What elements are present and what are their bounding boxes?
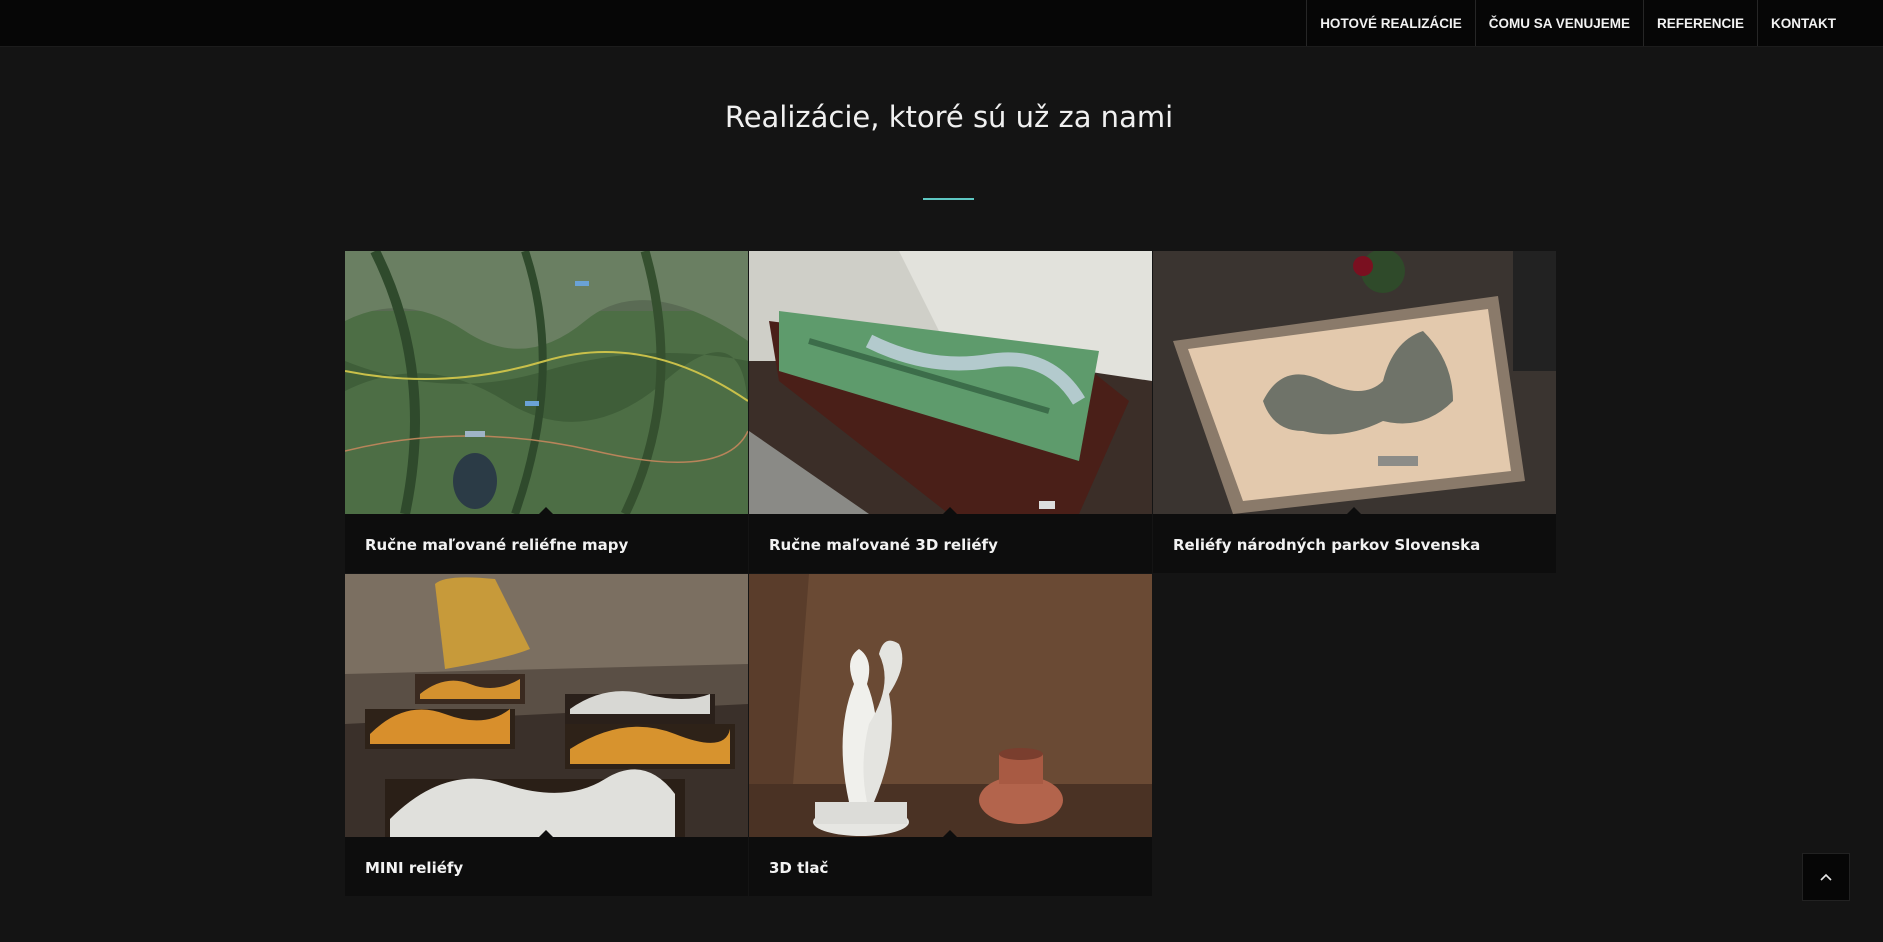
portfolio-caption: MINI reliéfy [365, 859, 464, 877]
portfolio-image-mini-reliefs [345, 574, 748, 837]
portfolio-image-relief-maps [345, 251, 748, 514]
portfolio-image-3d-print [749, 574, 1152, 837]
portfolio-card-relief-maps[interactable]: Ručne maľované reliéfne mapy [345, 251, 748, 573]
main-menu: HOTOVÉ REALIZÁCIE ČOMU SA VENUJEME REFER… [1306, 0, 1849, 46]
portfolio-caption: 3D tlač [769, 859, 829, 877]
nav-link-referencie[interactable]: REFERENCIE [1642, 0, 1757, 46]
chevron-up-icon [1820, 868, 1832, 886]
portfolio-card-mini-reliefs[interactable]: MINI reliéfy [345, 574, 748, 896]
caption-pointer [539, 830, 553, 837]
portfolio-card-3d-reliefs[interactable]: Ručne maľované 3D reliéfy [749, 251, 1152, 573]
caption-pointer [943, 507, 957, 514]
top-navigation-bar: HOTOVÉ REALIZÁCIE ČOMU SA VENUJEME REFER… [0, 0, 1883, 47]
portfolio-caption: Ručne maľované reliéfne mapy [365, 536, 629, 554]
portfolio-caption: Reliéfy národných parkov Slovenska [1173, 536, 1481, 554]
caption-pointer [943, 830, 957, 837]
title-divider [923, 198, 974, 200]
caption-pointer [1347, 507, 1361, 514]
nav-link-hotove-realizacie[interactable]: HOTOVÉ REALIZÁCIE [1306, 0, 1475, 46]
nav-link-comu-sa-venujeme[interactable]: ČOMU SA VENUJEME [1474, 0, 1643, 46]
nav-link-kontakt[interactable]: KONTAKT [1757, 0, 1849, 46]
portfolio-card-national-parks[interactable]: Reliéfy národných parkov Slovenska [1153, 251, 1556, 573]
portfolio-image-national-parks [1153, 251, 1556, 514]
section-title: Realizácie, ktoré sú už za nami [724, 100, 1174, 134]
back-to-top-button[interactable] [1802, 853, 1850, 901]
portfolio-image-3d-reliefs [749, 251, 1152, 514]
caption-pointer [539, 507, 553, 514]
portfolio-card-3d-print[interactable]: 3D tlač [749, 574, 1152, 896]
portfolio-caption: Ručne maľované 3D reliéfy [769, 536, 998, 554]
